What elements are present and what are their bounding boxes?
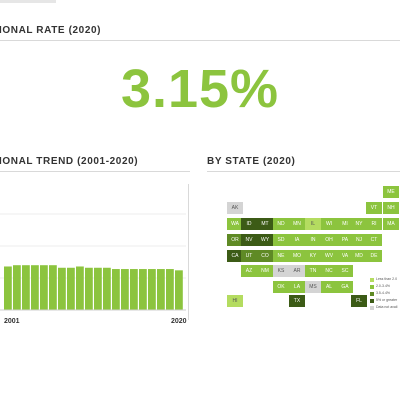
legend-label: 5% or greater — [376, 298, 398, 302]
legend-swatch — [370, 278, 374, 282]
trend-bar-2009 — [76, 266, 84, 310]
legend-swatch — [370, 299, 374, 303]
trend-bar-2014 — [121, 269, 129, 310]
state-tile-ak[interactable]: AK — [227, 202, 243, 214]
state-tile-id[interactable]: ID — [241, 218, 257, 230]
state-tile-mn[interactable]: MN — [289, 218, 305, 230]
state-tile-sc[interactable]: SC — [337, 265, 353, 277]
trend-bar-2018 — [157, 269, 165, 310]
state-tile-az[interactable]: AZ — [241, 265, 257, 277]
state-tile-fl[interactable]: FL — [351, 295, 367, 307]
state-tile-wi[interactable]: WI — [321, 218, 337, 230]
trend-heading-rule — [0, 171, 190, 172]
legend-label: Data not avail — [376, 305, 398, 309]
by-state-heading: BY STATE (2020) — [207, 156, 296, 167]
state-tile-me[interactable]: ME — [383, 186, 399, 198]
state-tile-sd[interactable]: SD — [273, 234, 289, 246]
state-heading-rule — [207, 171, 400, 172]
rate-heading-rule — [0, 40, 400, 41]
state-tile-nc[interactable]: NC — [321, 265, 337, 277]
section-divider — [188, 184, 189, 320]
state-tile-ga[interactable]: GA — [337, 281, 353, 293]
trend-bar-2002 — [13, 265, 21, 310]
trend-bar-2016 — [139, 269, 147, 310]
state-tile-nh[interactable]: NH — [383, 202, 399, 214]
state-tile-oh[interactable]: OH — [321, 234, 337, 246]
state-tile-ok[interactable]: OK — [273, 281, 289, 293]
state-tile-wv[interactable]: WV — [321, 250, 337, 262]
state-tile-de[interactable]: DE — [366, 250, 382, 262]
state-tile-mi[interactable]: MI — [337, 218, 353, 230]
state-tile-ky[interactable]: KY — [305, 250, 321, 262]
state-tile-md[interactable]: MD — [351, 250, 367, 262]
legend-swatch — [370, 285, 374, 289]
state-tile-ri[interactable]: RI — [366, 218, 382, 230]
state-tile-nm[interactable]: NM — [257, 265, 273, 277]
state-tile-mo[interactable]: MO — [289, 250, 305, 262]
state-tile-pa[interactable]: PA — [337, 234, 353, 246]
legend-swatch — [370, 306, 374, 310]
trend-bar-2011 — [94, 267, 102, 310]
state-tile-il[interactable]: IL — [305, 218, 321, 230]
state-tile-va[interactable]: VA — [337, 250, 353, 262]
state-tile-ct[interactable]: CT — [366, 234, 382, 246]
state-tile-ks[interactable]: KS — [273, 265, 289, 277]
x-axis-end-label: 2020 — [171, 318, 187, 325]
state-tile-mt[interactable]: MT — [257, 218, 273, 230]
state-tile-nd[interactable]: ND — [273, 218, 289, 230]
legend-label: Less than 2.0 — [376, 277, 398, 281]
state-tile-al[interactable]: AL — [321, 281, 337, 293]
legend-swatch — [370, 292, 374, 296]
state-tile-wa[interactable]: WA — [227, 218, 243, 230]
trend-bar-2005 — [40, 265, 48, 310]
national-trend-chart — [0, 213, 186, 311]
state-tile-ny[interactable]: NY — [351, 218, 367, 230]
state-tile-ut[interactable]: UT — [241, 250, 257, 262]
state-tile-in[interactable]: IN — [305, 234, 321, 246]
trend-bar-2015 — [130, 269, 138, 310]
state-tile-vt[interactable]: VT — [366, 202, 382, 214]
trend-bar-2012 — [103, 267, 111, 310]
trend-bar-2008 — [67, 267, 75, 310]
state-tile-tx[interactable]: TX — [289, 295, 305, 307]
state-tile-ma[interactable]: MA — [383, 218, 399, 230]
state-tile-nj[interactable]: NJ — [351, 234, 367, 246]
state-tile-ms[interactable]: MS — [305, 281, 321, 293]
national-rate-heading: IONAL RATE (2020) — [0, 25, 102, 36]
state-tile-wy[interactable]: WY — [257, 234, 273, 246]
top-accent-bar — [0, 0, 56, 3]
state-tile-or[interactable]: OR — [227, 234, 243, 246]
state-tile-hi[interactable]: HI — [227, 295, 243, 307]
state-tile-tn[interactable]: TN — [305, 265, 321, 277]
national-trend-heading: IONAL TREND (2001-2020) — [0, 156, 139, 167]
trend-bar-2019 — [166, 269, 174, 310]
state-tile-nv[interactable]: NV — [241, 234, 257, 246]
trend-bar-2006 — [49, 265, 57, 310]
legend-label: 3.5-4.4% — [376, 291, 391, 295]
trend-bar-2003 — [22, 265, 30, 310]
trend-bar-2010 — [85, 267, 93, 310]
state-tile-co[interactable]: CO — [257, 250, 273, 262]
state-tile-ia[interactable]: IA — [289, 234, 305, 246]
national-rate-value: 3.15% — [120, 59, 280, 119]
trend-bar-2013 — [112, 269, 120, 310]
state-tile-ne[interactable]: NE — [273, 250, 289, 262]
trend-bar-2020 — [175, 270, 183, 310]
trend-bar-2004 — [31, 265, 39, 310]
state-tile-ar[interactable]: AR — [289, 265, 305, 277]
state-tile-la[interactable]: LA — [289, 281, 305, 293]
state-tile-ca[interactable]: CA — [227, 250, 243, 262]
trend-bar-2017 — [148, 269, 156, 310]
legend-label: 2.0-3.4% — [376, 284, 391, 288]
trend-bar-2001 — [4, 266, 12, 310]
x-axis-start-label: 2001 — [4, 318, 20, 325]
trend-bar-2007 — [58, 267, 66, 310]
